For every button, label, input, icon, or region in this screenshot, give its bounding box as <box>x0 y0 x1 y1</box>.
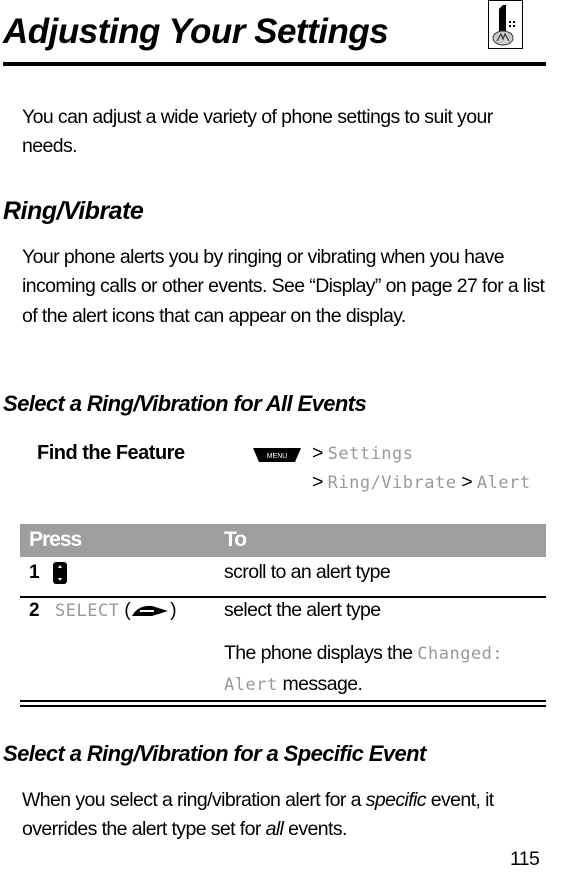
ring-vibrate-paragraph: Your phone alerts you by ringing or vibr… <box>22 246 545 327</box>
menu-key-label: MENU <box>267 453 288 460</box>
motorola-phone-icon <box>488 0 523 49</box>
path-ring-vibrate: Ring/Vibrate <box>327 473 457 493</box>
specific-event-heading: Select a Ring/Vibration for a Specific E… <box>3 741 426 766</box>
page-title: Adjusting Your Settings <box>3 12 389 51</box>
header-press: Press <box>29 528 82 551</box>
table-header <box>20 524 546 557</box>
step-1-action: scroll to an alert type <box>224 561 391 583</box>
specific-event-paragraph: When you select a ring/vibration alert f… <box>22 789 494 841</box>
row-divider <box>20 596 546 598</box>
ring-vibrate-heading: Ring/Vibrate <box>3 197 144 225</box>
header-to: To <box>224 528 247 551</box>
select-key-label: SELECT <box>55 601 120 621</box>
path-line-2: > Ring/Vibrate > Alert <box>312 471 531 493</box>
find-feature-label: Find the Feature <box>37 442 185 464</box>
scroll-key-icon <box>53 562 67 589</box>
menu-key-icon: MENU <box>253 446 301 469</box>
step-number: 1 <box>29 562 40 583</box>
page-number: 115 <box>510 848 540 870</box>
path-line-1: > Settings <box>312 442 414 464</box>
step-2-note: The phone displays the Changed: Alert me… <box>224 642 504 695</box>
title-rule <box>3 62 546 66</box>
step-2-press: SELECT () <box>55 599 177 621</box>
all-events-heading: Select a Ring/Vibration for All Events <box>3 391 367 416</box>
step-number: 2 <box>29 600 40 621</box>
intro-paragraph: You can adjust a wide variety of phone s… <box>22 106 493 158</box>
path-alert: Alert <box>476 473 531 493</box>
step-2-action: select the alert type <box>224 599 381 621</box>
table-end-rule <box>20 700 546 702</box>
right-soft-key-icon <box>132 605 169 616</box>
path-settings: Settings <box>327 444 414 464</box>
table-end-rule <box>20 705 546 707</box>
